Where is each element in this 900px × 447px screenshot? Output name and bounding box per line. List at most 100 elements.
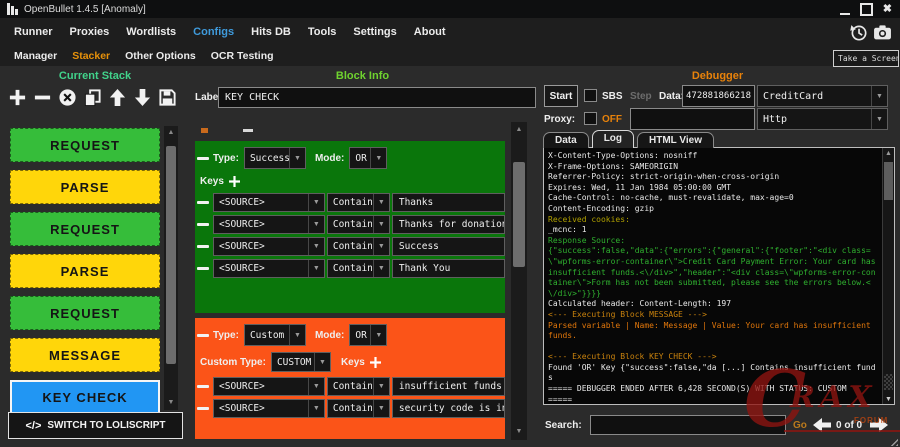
minimize-icon[interactable] (840, 3, 850, 15)
key-term-input[interactable]: Success (392, 237, 505, 256)
key-source-dropdown[interactable]: <SOURCE>▼ (213, 193, 325, 212)
submenu-ocr-testing[interactable]: OCR Testing (211, 50, 274, 62)
next-match-icon[interactable] (869, 416, 889, 434)
menu-proxies[interactable]: Proxies (70, 26, 110, 38)
log-scrollbar[interactable]: ▲ ▼ (882, 148, 894, 404)
clone-block-icon[interactable] (83, 88, 102, 107)
keychain-mode-dropdown[interactable]: OR▼ (349, 324, 387, 346)
proxy-checkbox[interactable] (584, 112, 597, 125)
scroll-up-icon[interactable]: ▲ (164, 128, 178, 138)
tab-data[interactable]: Data (543, 132, 589, 148)
remove-keychain-handle[interactable] (197, 157, 209, 160)
submenu-stacker[interactable]: Stacker (72, 50, 110, 62)
clear-stack-icon[interactable] (58, 88, 77, 107)
menu-about[interactable]: About (414, 26, 446, 38)
maximize-icon[interactable] (860, 3, 873, 16)
search-input[interactable] (590, 415, 786, 435)
submenu-manager[interactable]: Manager (14, 50, 57, 62)
block-info-scrollbar[interactable]: ▲ ▼ (511, 122, 527, 440)
tab-html-view[interactable]: HTML View (637, 132, 714, 148)
menu-wordlists[interactable]: Wordlists (126, 26, 176, 38)
proxy-type-dropdown[interactable]: Http▼ (757, 108, 888, 130)
current-stack-title: Current Stack (0, 70, 190, 82)
remove-key-handle[interactable] (197, 267, 209, 270)
add-key-icon[interactable] (229, 176, 240, 187)
stack-block-message[interactable]: MESSAGE (10, 338, 160, 372)
remove-keychain-handle[interactable] (197, 334, 209, 337)
key-source-dropdown[interactable]: <SOURCE>▼ (213, 399, 325, 418)
key-condition-dropdown[interactable]: Contains▼ (327, 259, 390, 278)
key-source-dropdown[interactable]: <SOURCE>▼ (213, 215, 325, 234)
key-term-input[interactable]: insufficient funds (392, 377, 505, 396)
remove-key-handle[interactable] (197, 385, 209, 388)
switch-to-loliscript-button[interactable]: </> SWITCH TO LOLISCRIPT (8, 412, 183, 439)
key-condition-dropdown[interactable]: Contains▼ (327, 193, 390, 212)
step-button[interactable]: Step (630, 91, 652, 102)
key-source-dropdown[interactable]: <SOURCE>▼ (213, 237, 325, 256)
stack-scrollbar-thumb[interactable] (166, 146, 176, 364)
block-info-scrollbar-thumb[interactable] (513, 162, 525, 267)
scroll-up-icon[interactable]: ▲ (883, 150, 894, 157)
key-condition-dropdown[interactable]: Contains▼ (327, 237, 390, 256)
go-button[interactable]: Go (793, 420, 807, 431)
key-term-input[interactable]: security code is inval (392, 399, 505, 418)
keychain-type-dropdown[interactable]: Custom▼ (244, 324, 306, 346)
camera-icon[interactable] (873, 23, 892, 42)
stack-block-parse-1[interactable]: PARSE (10, 170, 160, 204)
move-down-icon[interactable] (133, 88, 152, 107)
log-scrollbar-thumb[interactable] (884, 162, 893, 200)
menu-runner[interactable]: Runner (14, 26, 53, 38)
tab-log[interactable]: Log (592, 130, 634, 148)
previous-match-icon[interactable] (812, 416, 832, 434)
remove-block-icon[interactable] (33, 88, 52, 107)
key-condition-dropdown[interactable]: Contains▼ (327, 215, 390, 234)
scroll-down-icon[interactable]: ▼ (164, 398, 178, 408)
stack-block-request-3[interactable]: REQUEST (10, 296, 160, 330)
add-key-icon[interactable] (370, 357, 381, 368)
proxy-input[interactable] (630, 108, 755, 130)
submenu-other-options[interactable]: Other Options (125, 50, 196, 62)
menu-settings[interactable]: Settings (353, 26, 396, 38)
add-block-icon[interactable] (8, 88, 27, 107)
scroll-down-icon[interactable]: ▼ (883, 396, 894, 403)
mode-caption: Mode: (315, 330, 344, 341)
window-resize-grip[interactable] (888, 436, 898, 446)
chevron-down-icon: ▼ (308, 378, 324, 395)
key-term-input[interactable]: Thanks for donation (392, 215, 505, 234)
keychain-type-dropdown[interactable]: Success▼ (244, 147, 306, 169)
stack-block-request-2[interactable]: REQUEST (10, 212, 160, 246)
log-line: Calculated header: Content-Length: 197 (548, 299, 879, 310)
stack-block-key-check[interactable]: KEY CHECK (10, 380, 160, 414)
menu-configs[interactable]: Configs (193, 26, 234, 38)
key-condition-dropdown[interactable]: Contains▼ (327, 377, 390, 396)
wordlist-type-dropdown[interactable]: CreditCard▼ (757, 85, 888, 107)
menu-tools[interactable]: Tools (308, 26, 337, 38)
close-icon[interactable]: ✖ (883, 4, 892, 14)
custom-type-dropdown[interactable]: CUSTOM▼ (271, 352, 331, 372)
start-button[interactable]: Start (544, 85, 578, 107)
move-up-icon[interactable] (108, 88, 127, 107)
block-label-input[interactable] (218, 87, 536, 108)
menu-hits-db[interactable]: Hits DB (251, 26, 291, 38)
chevron-down-icon: ▼ (373, 216, 389, 233)
key-condition-dropdown[interactable]: Contains▼ (327, 399, 390, 418)
scroll-down-icon[interactable]: ▼ (511, 427, 527, 437)
debug-data-input[interactable] (682, 85, 755, 107)
key-source-dropdown[interactable]: <SOURCE>▼ (213, 259, 325, 278)
stack-block-parse-2[interactable]: PARSE (10, 254, 160, 288)
history-icon[interactable] (849, 23, 868, 42)
key-source-dropdown[interactable]: <SOURCE>▼ (213, 377, 325, 396)
take-screenshot-button[interactable]: Take a Screen (833, 50, 899, 67)
remove-key-handle[interactable] (197, 201, 209, 204)
remove-key-handle[interactable] (197, 223, 209, 226)
stack-block-request-1[interactable]: REQUEST (10, 128, 160, 162)
save-config-icon[interactable] (158, 88, 177, 107)
key-term-input[interactable]: Thanks (392, 193, 505, 212)
keychain-mode-dropdown[interactable]: OR▼ (349, 147, 387, 169)
stack-scrollbar[interactable]: ▲ ▼ (164, 126, 178, 410)
remove-key-handle[interactable] (197, 407, 209, 410)
scroll-up-icon[interactable]: ▲ (511, 125, 527, 135)
key-term-input[interactable]: Thank You (392, 259, 505, 278)
sbs-checkbox[interactable] (584, 89, 597, 102)
remove-key-handle[interactable] (197, 245, 209, 248)
